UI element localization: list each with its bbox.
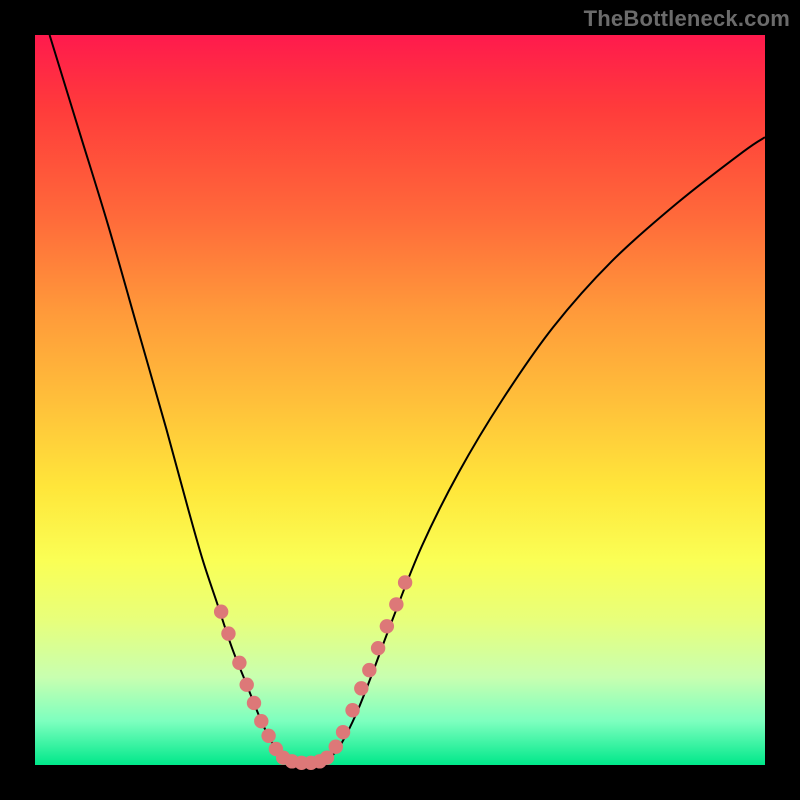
data-point (247, 696, 261, 710)
data-point (261, 729, 275, 743)
data-point (329, 740, 343, 754)
data-point (380, 619, 394, 633)
data-point (362, 663, 376, 677)
data-point (354, 681, 368, 695)
bottleneck-curve (50, 35, 765, 764)
data-point (232, 656, 246, 670)
data-point (336, 725, 350, 739)
plot-area (35, 35, 765, 765)
data-point (214, 605, 228, 619)
data-point (371, 641, 385, 655)
watermark-text: TheBottleneck.com (584, 6, 790, 32)
data-point (240, 678, 254, 692)
data-point (398, 575, 412, 589)
data-point (221, 626, 235, 640)
data-point (345, 703, 359, 717)
curve-layer (35, 35, 765, 765)
chart-container: TheBottleneck.com (0, 0, 800, 800)
data-point (389, 597, 403, 611)
data-point (254, 714, 268, 728)
